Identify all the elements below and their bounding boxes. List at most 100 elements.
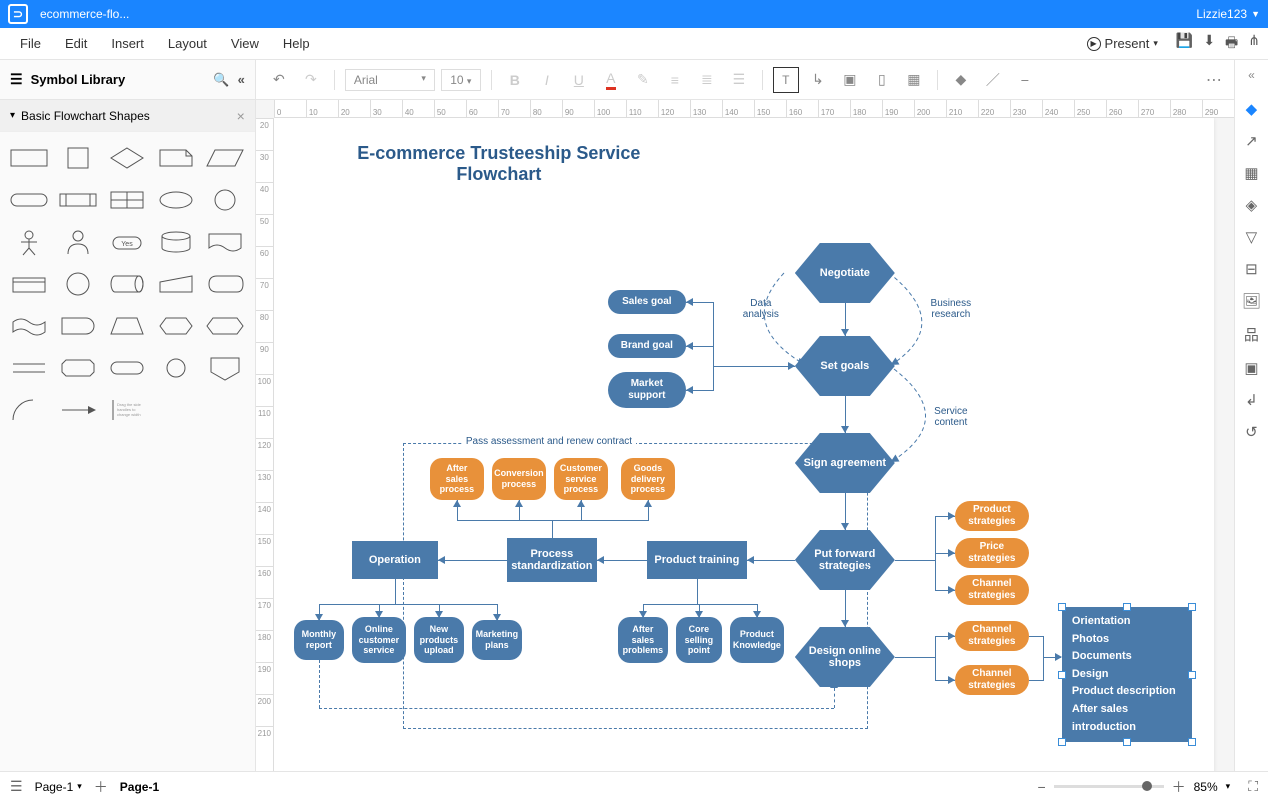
underline-button[interactable]: U <box>566 67 592 93</box>
shape-octagon-card[interactable] <box>57 350 100 386</box>
label-business-research[interactable]: Business research <box>921 298 981 320</box>
node-negotiate[interactable]: Negotiate <box>795 243 895 303</box>
text-tool[interactable]: T <box>773 67 799 93</box>
user-menu[interactable]: Lizzie123 ▼ <box>1196 7 1260 21</box>
present-button[interactable]: ▶ Present ▾ <box>1079 32 1166 55</box>
fill-color-button[interactable]: ◆ <box>948 67 974 93</box>
menu-insert[interactable]: Insert <box>99 32 156 55</box>
more-options[interactable]: ⋯ <box>1206 70 1224 90</box>
shape-parallelogram[interactable] <box>204 140 247 176</box>
zoom-slider[interactable] <box>1054 785 1164 788</box>
theme-icon[interactable]: ◆ <box>1246 100 1258 118</box>
outline-icon[interactable]: ☰ <box>10 778 23 795</box>
shape-yes-pill[interactable]: Yes <box>106 224 149 260</box>
node-online-customer-service[interactable]: Online customer service <box>352 617 406 663</box>
shape-circle[interactable] <box>204 182 247 218</box>
node-channel-strategies[interactable]: Channel strategies <box>955 575 1029 605</box>
align-v-button[interactable]: ≣ <box>694 67 720 93</box>
image-tool[interactable]: ▣ <box>837 67 863 93</box>
label-data-analysis[interactable]: Data analysis <box>731 298 791 320</box>
node-channel-strategies2[interactable]: Channel strategies <box>955 621 1029 651</box>
download-icon[interactable]: ⬇ <box>1203 32 1215 56</box>
shape-subprocess[interactable] <box>57 182 100 218</box>
node-after-sales-problems[interactable]: After sales problems <box>618 617 668 663</box>
font-color-button[interactable]: A <box>598 67 624 93</box>
shape-arc[interactable] <box>8 392 51 428</box>
chart-title[interactable]: E-commerce Trusteeship Service Flowchart <box>339 143 659 185</box>
node-product-training[interactable]: Product training <box>647 541 747 579</box>
node-after-sales-process[interactable]: After sales process <box>430 458 484 500</box>
page-tab-active[interactable]: Page-1 <box>108 776 171 798</box>
node-process-std[interactable]: Process standardization <box>507 538 597 582</box>
share-icon[interactable]: ⋔ <box>1248 32 1260 56</box>
connector-tool[interactable]: ↳ <box>805 67 831 93</box>
shape-line[interactable] <box>8 350 51 386</box>
node-monthly-report[interactable]: Monthly report <box>294 620 344 660</box>
italic-button[interactable]: I <box>534 67 560 93</box>
container-panel-icon[interactable]: ▣ <box>1244 359 1258 377</box>
label-service-content[interactable]: Service content <box>921 406 981 428</box>
search-icon[interactable]: 🔍 <box>213 72 229 88</box>
shape-cylinder-side[interactable] <box>106 266 149 302</box>
shape-trapezoid[interactable] <box>106 308 149 344</box>
canvas[interactable]: E-commerce Trusteeship Service Flowchart… <box>274 118 1214 771</box>
shape-circle2[interactable] <box>57 266 100 302</box>
shape-actor[interactable] <box>8 224 51 260</box>
grid-icon[interactable]: ▦ <box>1244 164 1258 182</box>
node-new-products-upload[interactable]: New products upload <box>414 617 464 663</box>
label-pass-assessment[interactable]: Pass assessment and renew contract <box>462 436 636 447</box>
shape-cylinder[interactable] <box>155 224 198 260</box>
node-goods-delivery-process[interactable]: Goods delivery process <box>621 458 675 500</box>
font-select[interactable]: Arial ▾ <box>345 69 435 91</box>
structure-icon[interactable]: 品 <box>1244 324 1259 345</box>
shape-ellipse[interactable] <box>155 182 198 218</box>
container-tool[interactable]: ▯ <box>869 67 895 93</box>
shape-hexagon[interactable] <box>155 308 198 344</box>
data-icon[interactable]: ⊟ <box>1245 260 1258 278</box>
undo-button[interactable]: ↶ <box>266 67 292 93</box>
node-market-support[interactable]: Market support <box>608 372 686 408</box>
shape-table[interactable] <box>106 182 149 218</box>
node-sales-goal[interactable]: Sales goal <box>608 290 686 314</box>
shape-connector-circle[interactable] <box>155 350 198 386</box>
menu-view[interactable]: View <box>219 32 271 55</box>
shape-offpage[interactable] <box>204 350 247 386</box>
page-tab-1[interactable]: Page-1 ▾ <box>23 776 94 798</box>
node-set-goals[interactable]: Set goals <box>795 336 895 396</box>
shape-delay[interactable] <box>57 308 100 344</box>
add-page-icon[interactable]: ＋ <box>94 777 108 797</box>
highlight-button[interactable]: ✎ <box>630 67 656 93</box>
history-icon[interactable]: ↺ <box>1245 423 1258 441</box>
shape-square[interactable] <box>57 140 100 176</box>
node-brand-goal[interactable]: Brand goal <box>608 334 686 358</box>
zoom-in-button[interactable]: ＋ <box>1172 777 1186 797</box>
node-conversion-process[interactable]: Conversion process <box>492 458 546 500</box>
shape-preparation[interactable] <box>204 308 247 344</box>
fullscreen-icon[interactable]: ⛶ <box>1248 778 1258 795</box>
node-customer-service-process[interactable]: Customer service process <box>554 458 608 500</box>
shape-group-header[interactable]: ▾ Basic Flowchart Shapes × <box>0 100 255 132</box>
list-button[interactable]: ☰ <box>726 67 752 93</box>
font-size-select[interactable]: 10 ▾ <box>441 69 481 91</box>
bold-button[interactable]: B <box>502 67 528 93</box>
image-panel-icon[interactable]: 🖼 <box>1242 292 1261 310</box>
zoom-level[interactable]: 85% <box>1194 780 1218 794</box>
shape-tape[interactable] <box>8 308 51 344</box>
import-icon[interactable]: ↲ <box>1245 391 1258 409</box>
redo-button[interactable]: ↷ <box>298 67 324 93</box>
node-marketing-plans[interactable]: Marketing plans <box>472 620 522 660</box>
zoom-out-button[interactable]: − <box>1037 779 1045 795</box>
shape-diamond[interactable] <box>106 140 149 176</box>
menu-edit[interactable]: Edit <box>53 32 99 55</box>
shape-manual-input[interactable] <box>155 266 198 302</box>
shape-arrow[interactable] <box>57 392 100 428</box>
table-tool[interactable]: ▦ <box>901 67 927 93</box>
shape-card[interactable] <box>8 266 51 302</box>
node-product-knowledge[interactable]: Product Knowledge <box>730 617 784 663</box>
close-icon[interactable]: × <box>237 108 245 124</box>
print-icon[interactable]: 🖶 <box>1225 32 1238 56</box>
shape-rectangle[interactable] <box>8 140 51 176</box>
layers-icon[interactable]: ◈ <box>1246 196 1258 214</box>
shape-terminator[interactable] <box>106 350 149 386</box>
node-product-strategies[interactable]: Product strategies <box>955 501 1029 531</box>
